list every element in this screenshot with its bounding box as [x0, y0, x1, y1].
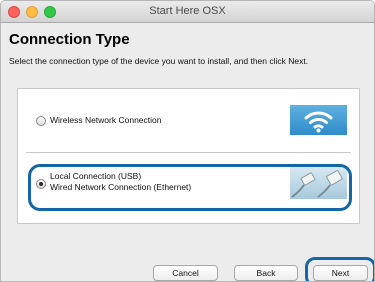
selection-highlight-ring: [28, 164, 352, 211]
page-title: Connection Type: [9, 31, 130, 48]
wireless-option-label: Wireless Network Connection: [50, 115, 162, 125]
options-divider: [26, 152, 351, 153]
window-title: Start Here OSX: [149, 5, 226, 17]
wireless-radio-button[interactable]: [36, 116, 46, 126]
wifi-icon: [290, 105, 347, 135]
option-wireless[interactable]: Wireless Network Connection: [18, 97, 359, 143]
instructions-text: Select the connection type of the device…: [9, 56, 309, 66]
next-highlight-ring: [305, 257, 374, 281]
title-bar[interactable]: Start Here OSX: [1, 1, 374, 23]
installer-window: Start Here OSX Connection Type Select th…: [0, 0, 375, 282]
back-button[interactable]: Back: [234, 265, 298, 281]
cancel-button[interactable]: Cancel: [153, 265, 218, 281]
